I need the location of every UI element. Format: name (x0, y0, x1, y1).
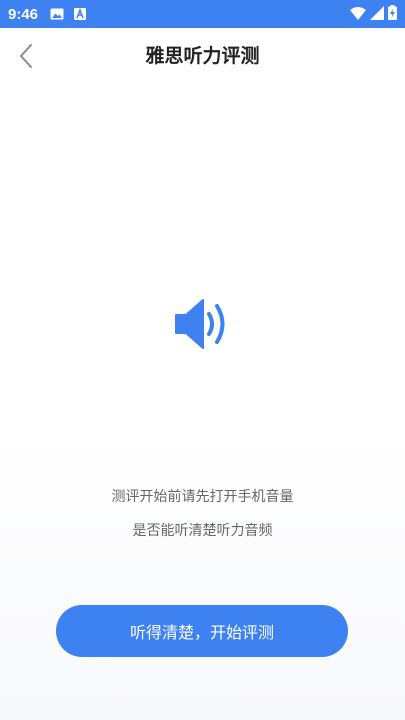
page-title: 雅思听力评测 (145, 45, 260, 67)
status-bar: 9:46 (0, 0, 405, 28)
hint-text-audio: 是否能听清楚听力音频 (132, 523, 273, 539)
status-time: 9:46 (8, 5, 39, 23)
image-icon (50, 5, 64, 24)
signal-icon (370, 5, 384, 24)
wifi-icon (350, 5, 366, 24)
start-evaluation-button[interactable]: 听得清楚，开始评测 (56, 605, 348, 657)
main-content: 测评开始前请先打开手机音量 是否能听清楚听力音频 听得清楚，开始评测 (0, 84, 405, 720)
hint-text-volume: 测评开始前请先打开手机音量 (111, 489, 294, 505)
a-badge-icon (74, 5, 87, 24)
speaker-icon (173, 294, 233, 354)
battery-charging-icon (388, 4, 397, 24)
nav-bar: 雅思听力评测 (0, 28, 405, 84)
